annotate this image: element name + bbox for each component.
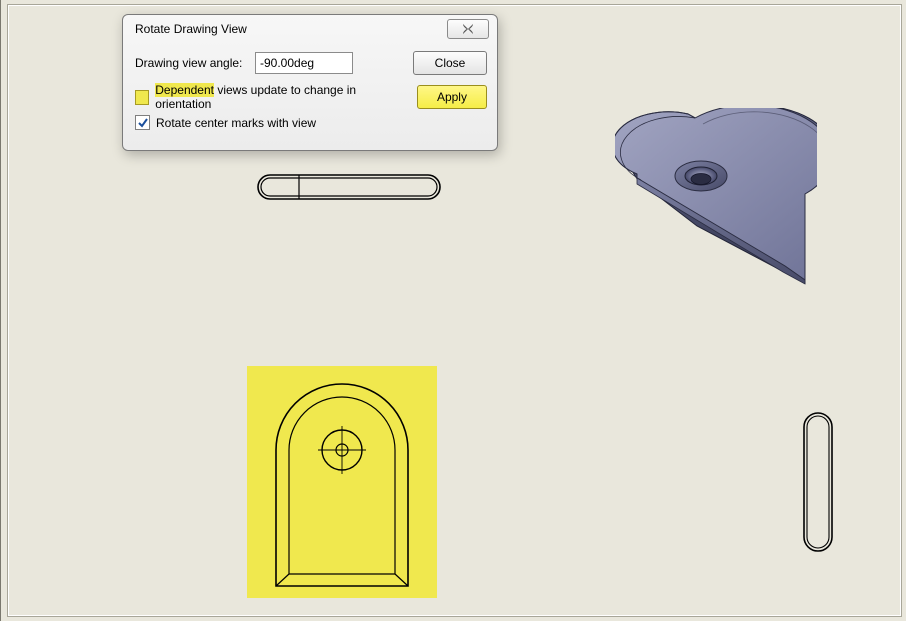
isometric-view[interactable]	[615, 108, 817, 312]
window-close-button[interactable]	[447, 19, 489, 39]
dialog-title: Rotate Drawing View	[135, 22, 247, 36]
front-view-selected[interactable]	[247, 366, 437, 598]
apply-button[interactable]: Apply	[417, 85, 487, 109]
rotate-center-marks-checkbox[interactable]	[135, 115, 150, 130]
dialog-titlebar[interactable]: Rotate Drawing View	[123, 15, 497, 43]
dependent-views-checkbox[interactable]	[135, 90, 149, 105]
drawing-canvas[interactable]: Rotate Drawing View Drawing view angle: …	[0, 0, 906, 621]
close-button[interactable]: Close	[413, 51, 487, 75]
right-side-view[interactable]	[803, 412, 833, 552]
close-icon	[461, 24, 475, 34]
rotate-drawing-view-dialog: Rotate Drawing View Drawing view angle: …	[122, 14, 498, 151]
top-view[interactable]	[257, 174, 441, 200]
angle-input[interactable]	[255, 52, 353, 74]
rotate-center-marks-label: Rotate center marks with view	[156, 116, 316, 130]
angle-label: Drawing view angle:	[135, 56, 247, 70]
dependent-views-label: Dependent views update to change in orie…	[155, 83, 401, 111]
